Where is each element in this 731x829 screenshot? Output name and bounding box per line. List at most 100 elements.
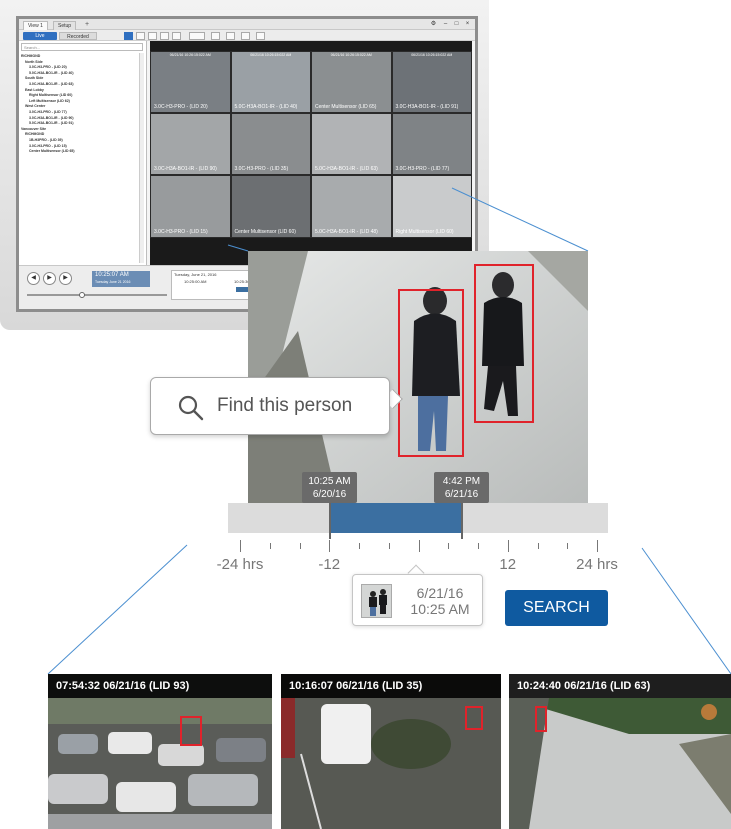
axis-tick-value: 12: [499, 556, 517, 573]
zoom-slider-handle[interactable]: [79, 292, 85, 298]
camera-tile[interactable]: 06/21/16 10:26:15:022 AM 3.0C-H3-PRO - (L…: [150, 51, 231, 114]
camera-tile-label: 3.0C-H3-PRO - (LID 15): [154, 228, 208, 235]
camera-tile[interactable]: 5.0C-H3A-BO1-IR - (LID 63): [311, 113, 392, 176]
recorded-mode-button[interactable]: Recorded: [59, 32, 97, 40]
zoom-slider-track[interactable]: [27, 294, 167, 296]
pan-hand-icon[interactable]: [160, 32, 169, 40]
zoom-out-icon[interactable]: [148, 32, 157, 40]
timeline-date: Tuesday, June 21, 2016: [174, 272, 217, 277]
axis-tick: [359, 543, 360, 549]
playback-date: Tuesday June 21 2016: [95, 280, 131, 284]
tree-item[interactable]: Center Multisensor (LID 65): [21, 149, 141, 155]
search-button[interactable]: SEARCH: [505, 590, 608, 626]
camera-tile-label: 3.0C-H3-PRO - (LID 77): [395, 166, 450, 173]
camera-tile-label: Center Multisensor (LID 65): [315, 104, 377, 111]
axis-tick-label: 12: [499, 556, 516, 573]
camera-tile[interactable]: 3.0C-H3A-BO1-IR - (LID 90): [150, 113, 231, 176]
axis-tick-label: 24 hrs: [576, 556, 618, 573]
axis-tick-label: -24 hrs: [217, 556, 264, 573]
tab-setup[interactable]: Setup: [53, 21, 77, 30]
camera-tile[interactable]: 3.0C-H3-PRO - (LID 77): [391, 113, 472, 176]
range-start-date: 6/20/16: [312, 489, 347, 500]
search-result-3[interactable]: 10:24:40 06/21/16 (LID 63): [509, 674, 731, 829]
range-end-label: 4:42 PM 6/21/16: [434, 472, 489, 503]
camera-tile[interactable]: 06/21/16 10:26:15:022 AM 3.0C-H3A-BO1-IR …: [391, 51, 472, 114]
axis-tick-label: -12: [318, 556, 340, 573]
axis-tick-value: -24: [216, 556, 239, 573]
site-tree: RICHMOND North Side 3.0C-H3-PRO - (LID 20)…: [21, 54, 141, 155]
step-back-icon[interactable]: ◀: [27, 272, 40, 285]
camera-tile[interactable]: Right Multisensor (LID 60): [391, 175, 472, 238]
axis-tick: [478, 543, 479, 549]
camera-tile-label: Right Multisensor (LID 60): [395, 228, 454, 235]
add-tab-button[interactable]: +: [82, 21, 92, 29]
tree-scrollbar[interactable]: [139, 53, 144, 263]
detection-box-person-1[interactable]: [398, 289, 464, 457]
reference-image-card: 6/21/16 10:25 AM: [352, 574, 483, 626]
reference-date: 6/21/16: [416, 585, 464, 601]
result-2-detection-box: [465, 706, 483, 730]
export-icon[interactable]: [256, 32, 265, 40]
detection-box-person-2[interactable]: [474, 264, 534, 423]
reference-time: 10:25 AM: [410, 601, 470, 617]
toolbar: Live Recorded: [19, 30, 475, 41]
tab-view1[interactable]: View 1: [23, 21, 48, 30]
camera-tile[interactable]: 3.0C-H3-PRO - (LID 15): [150, 175, 231, 238]
close-icon[interactable]: ×: [463, 20, 472, 29]
axis-tick-unit: hrs: [592, 556, 618, 573]
axis-tick: [299, 543, 301, 549]
axis-tick-unit: hrs: [238, 556, 264, 573]
play-icon[interactable]: ▶: [43, 272, 56, 285]
settings-gear-icon[interactable]: ⚙: [429, 20, 438, 29]
page-root: View 1 Setup + ⚙ – □ × Live Recorded Sea…: [0, 0, 731, 829]
crosshair-icon[interactable]: [172, 32, 181, 40]
find-person-button[interactable]: Find this person: [150, 377, 390, 435]
result-1-caption: 07:54:32 06/21/16 (LID 93): [48, 674, 272, 698]
range-start-time: 10:25 AM: [308, 476, 351, 487]
playback-time-display: 10:25:07 AM Tuesday June 21 2016: [92, 271, 150, 287]
maximize-icon[interactable]: □: [452, 20, 461, 29]
result-3-caption: 10:24:40 06/21/16 (LID 63): [509, 674, 731, 698]
tree-search-input[interactable]: Search...: [21, 43, 143, 51]
camera-tile[interactable]: 5.0C-H3A-BO1-IR - (LID 48): [311, 175, 392, 238]
fullscreen-icon[interactable]: [211, 32, 220, 40]
camera-tile[interactable]: 06/21/16 10:26:15:022 AM Center Multisens…: [311, 51, 392, 114]
axis-tick: [240, 540, 241, 552]
axis-tick: [567, 543, 569, 549]
range-end-handle[interactable]: [461, 497, 463, 539]
axis-tick: [418, 540, 420, 552]
camera-tile-label: 5.0C-H3A-BO1-IR - (LID 40): [234, 104, 298, 111]
axis-tick: [448, 543, 450, 549]
axis-tick-value: 24: [576, 556, 593, 573]
select-tool-icon[interactable]: [124, 32, 133, 40]
step-forward-icon[interactable]: ▶: [59, 272, 72, 285]
selected-time-range[interactable]: [329, 503, 462, 533]
axis-tick: [329, 540, 331, 552]
camera-tile-label: 3.0C-H3A-BO1-IR - (LID 91): [395, 104, 459, 111]
camera-tile-label: 3.0C-H3A-BO1-IR - (LID 90): [154, 166, 217, 173]
layout-icon[interactable]: [189, 32, 205, 40]
camera-tile[interactable]: 3.0C-H3-PRO - (LID 35): [230, 113, 311, 176]
search-result-2[interactable]: 10:16:07 06/21/16 (LID 35): [281, 674, 501, 829]
save-icon[interactable]: [241, 32, 250, 40]
result-2-caption: 10:16:07 06/21/16 (LID 35): [281, 674, 501, 698]
axis-tick: [388, 543, 390, 549]
swap-icon[interactable]: [226, 32, 235, 40]
search-result-1[interactable]: 07:54:32 06/21/16 (LID 93): [48, 674, 272, 829]
camera-tile[interactable]: Center Multisensor (LID 60): [230, 175, 311, 238]
search-icon: [178, 395, 204, 421]
camera-tile-timestamp: 06/21/16 10:26:15:022 AM: [411, 53, 453, 57]
title-bar: View 1 Setup + ⚙ – □ ×: [19, 19, 475, 30]
range-end-date: 6/21/16: [444, 489, 479, 500]
camera-tile-timestamp: 06/21/16 10:26:15:022 AM: [330, 53, 372, 57]
range-start-handle[interactable]: [329, 497, 331, 539]
minimize-icon[interactable]: –: [441, 20, 450, 29]
playback-time: 10:25:07 AM: [95, 272, 129, 278]
live-mode-button[interactable]: Live: [23, 32, 57, 40]
zoom-in-icon[interactable]: [136, 32, 145, 40]
camera-tile-timestamp: 06/21/16 10:26:15:022 AM: [169, 53, 211, 57]
result-3-detection-box: [535, 706, 547, 732]
camera-grid: 06/21/16 10:26:15:022 AM 3.0C-H3-PRO - (L…: [150, 41, 472, 265]
axis-tick: [269, 543, 271, 549]
camera-tile[interactable]: 06/21/16 10:26:15:022 AM 5.0C-H3A-BO1-IR …: [230, 51, 311, 114]
